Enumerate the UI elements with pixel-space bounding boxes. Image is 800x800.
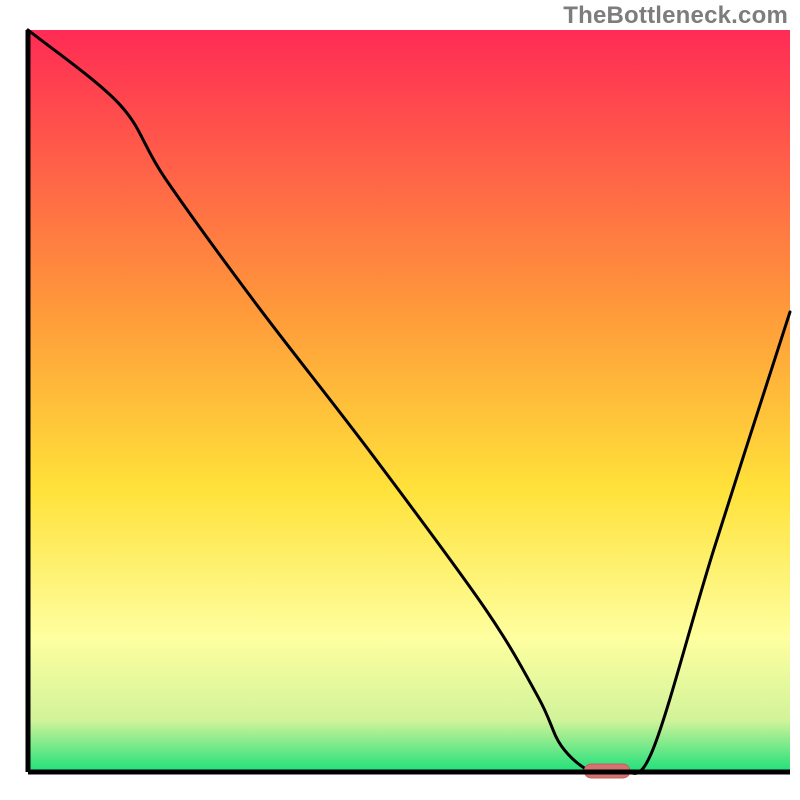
watermark-label: TheBottleneck.com — [563, 2, 788, 30]
bottleneck-chart — [0, 0, 800, 800]
